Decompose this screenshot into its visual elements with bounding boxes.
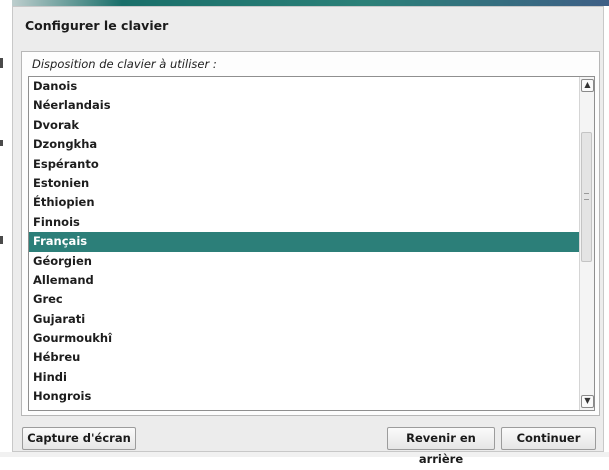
- desktop-edge-mark: [0, 236, 3, 244]
- layout-list-item[interactable]: Finnois: [29, 213, 579, 232]
- layout-list-item[interactable]: Hindi: [29, 368, 579, 387]
- layout-list-item[interactable]: Géorgien: [29, 252, 579, 271]
- layout-list-item[interactable]: Estonien: [29, 174, 579, 193]
- grip-icon: [584, 193, 589, 200]
- layout-list-item[interactable]: Hongrois: [29, 387, 579, 406]
- layout-list-item[interactable]: Grec: [29, 290, 579, 309]
- desktop-edge-mark: [0, 140, 3, 146]
- keyboard-layout-panel: Disposition de clavier à utiliser : Dano…: [21, 51, 600, 416]
- keyboard-layout-list: Danois Néerlandais Dvorak Dzongkha Espéranto…: [29, 77, 579, 407]
- layout-list-item[interactable]: Dzongkha: [29, 135, 579, 154]
- layout-list-item[interactable]: Espéranto: [29, 155, 579, 174]
- layout-list-item[interactable]: Gujarati: [29, 310, 579, 329]
- window-title: Configurer le clavier: [25, 18, 169, 33]
- layout-list-item[interactable]: Dvorak: [29, 116, 579, 135]
- layout-list-item[interactable]: Français: [29, 232, 579, 252]
- keyboard-layout-listbox[interactable]: Danois Néerlandais Dvorak Dzongkha Espéranto…: [28, 76, 595, 411]
- layout-list-item[interactable]: Gourmoukhî: [29, 329, 579, 348]
- layout-list-item[interactable]: Hébreu: [29, 348, 579, 367]
- panel-label: Disposition de clavier à utiliser :: [32, 57, 217, 71]
- desktop-edge-mark: [0, 58, 3, 68]
- vertical-scrollbar[interactable]: ▲ ▼: [579, 77, 594, 410]
- scroll-up-icon[interactable]: ▲: [581, 79, 594, 92]
- layout-list-item[interactable]: Éthiopien: [29, 193, 579, 212]
- desktop-bottom-strip: [0, 452, 609, 457]
- go-back-button[interactable]: Revenir en arrière: [387, 427, 495, 466]
- screenshot-button[interactable]: Capture d'écran: [22, 427, 136, 450]
- layout-list-item[interactable]: Néerlandais: [29, 96, 579, 115]
- layout-list-item[interactable]: Allemand: [29, 271, 579, 290]
- desktop-left-strip: [0, 0, 12, 457]
- layout-list-item[interactable]: Danois: [29, 77, 579, 96]
- installer-window: Configurer le clavier Disposition de cla…: [12, 6, 604, 466]
- scrollbar-thumb[interactable]: [581, 132, 592, 262]
- scroll-down-icon[interactable]: ▼: [581, 395, 594, 408]
- continue-button[interactable]: Continuer: [501, 427, 596, 450]
